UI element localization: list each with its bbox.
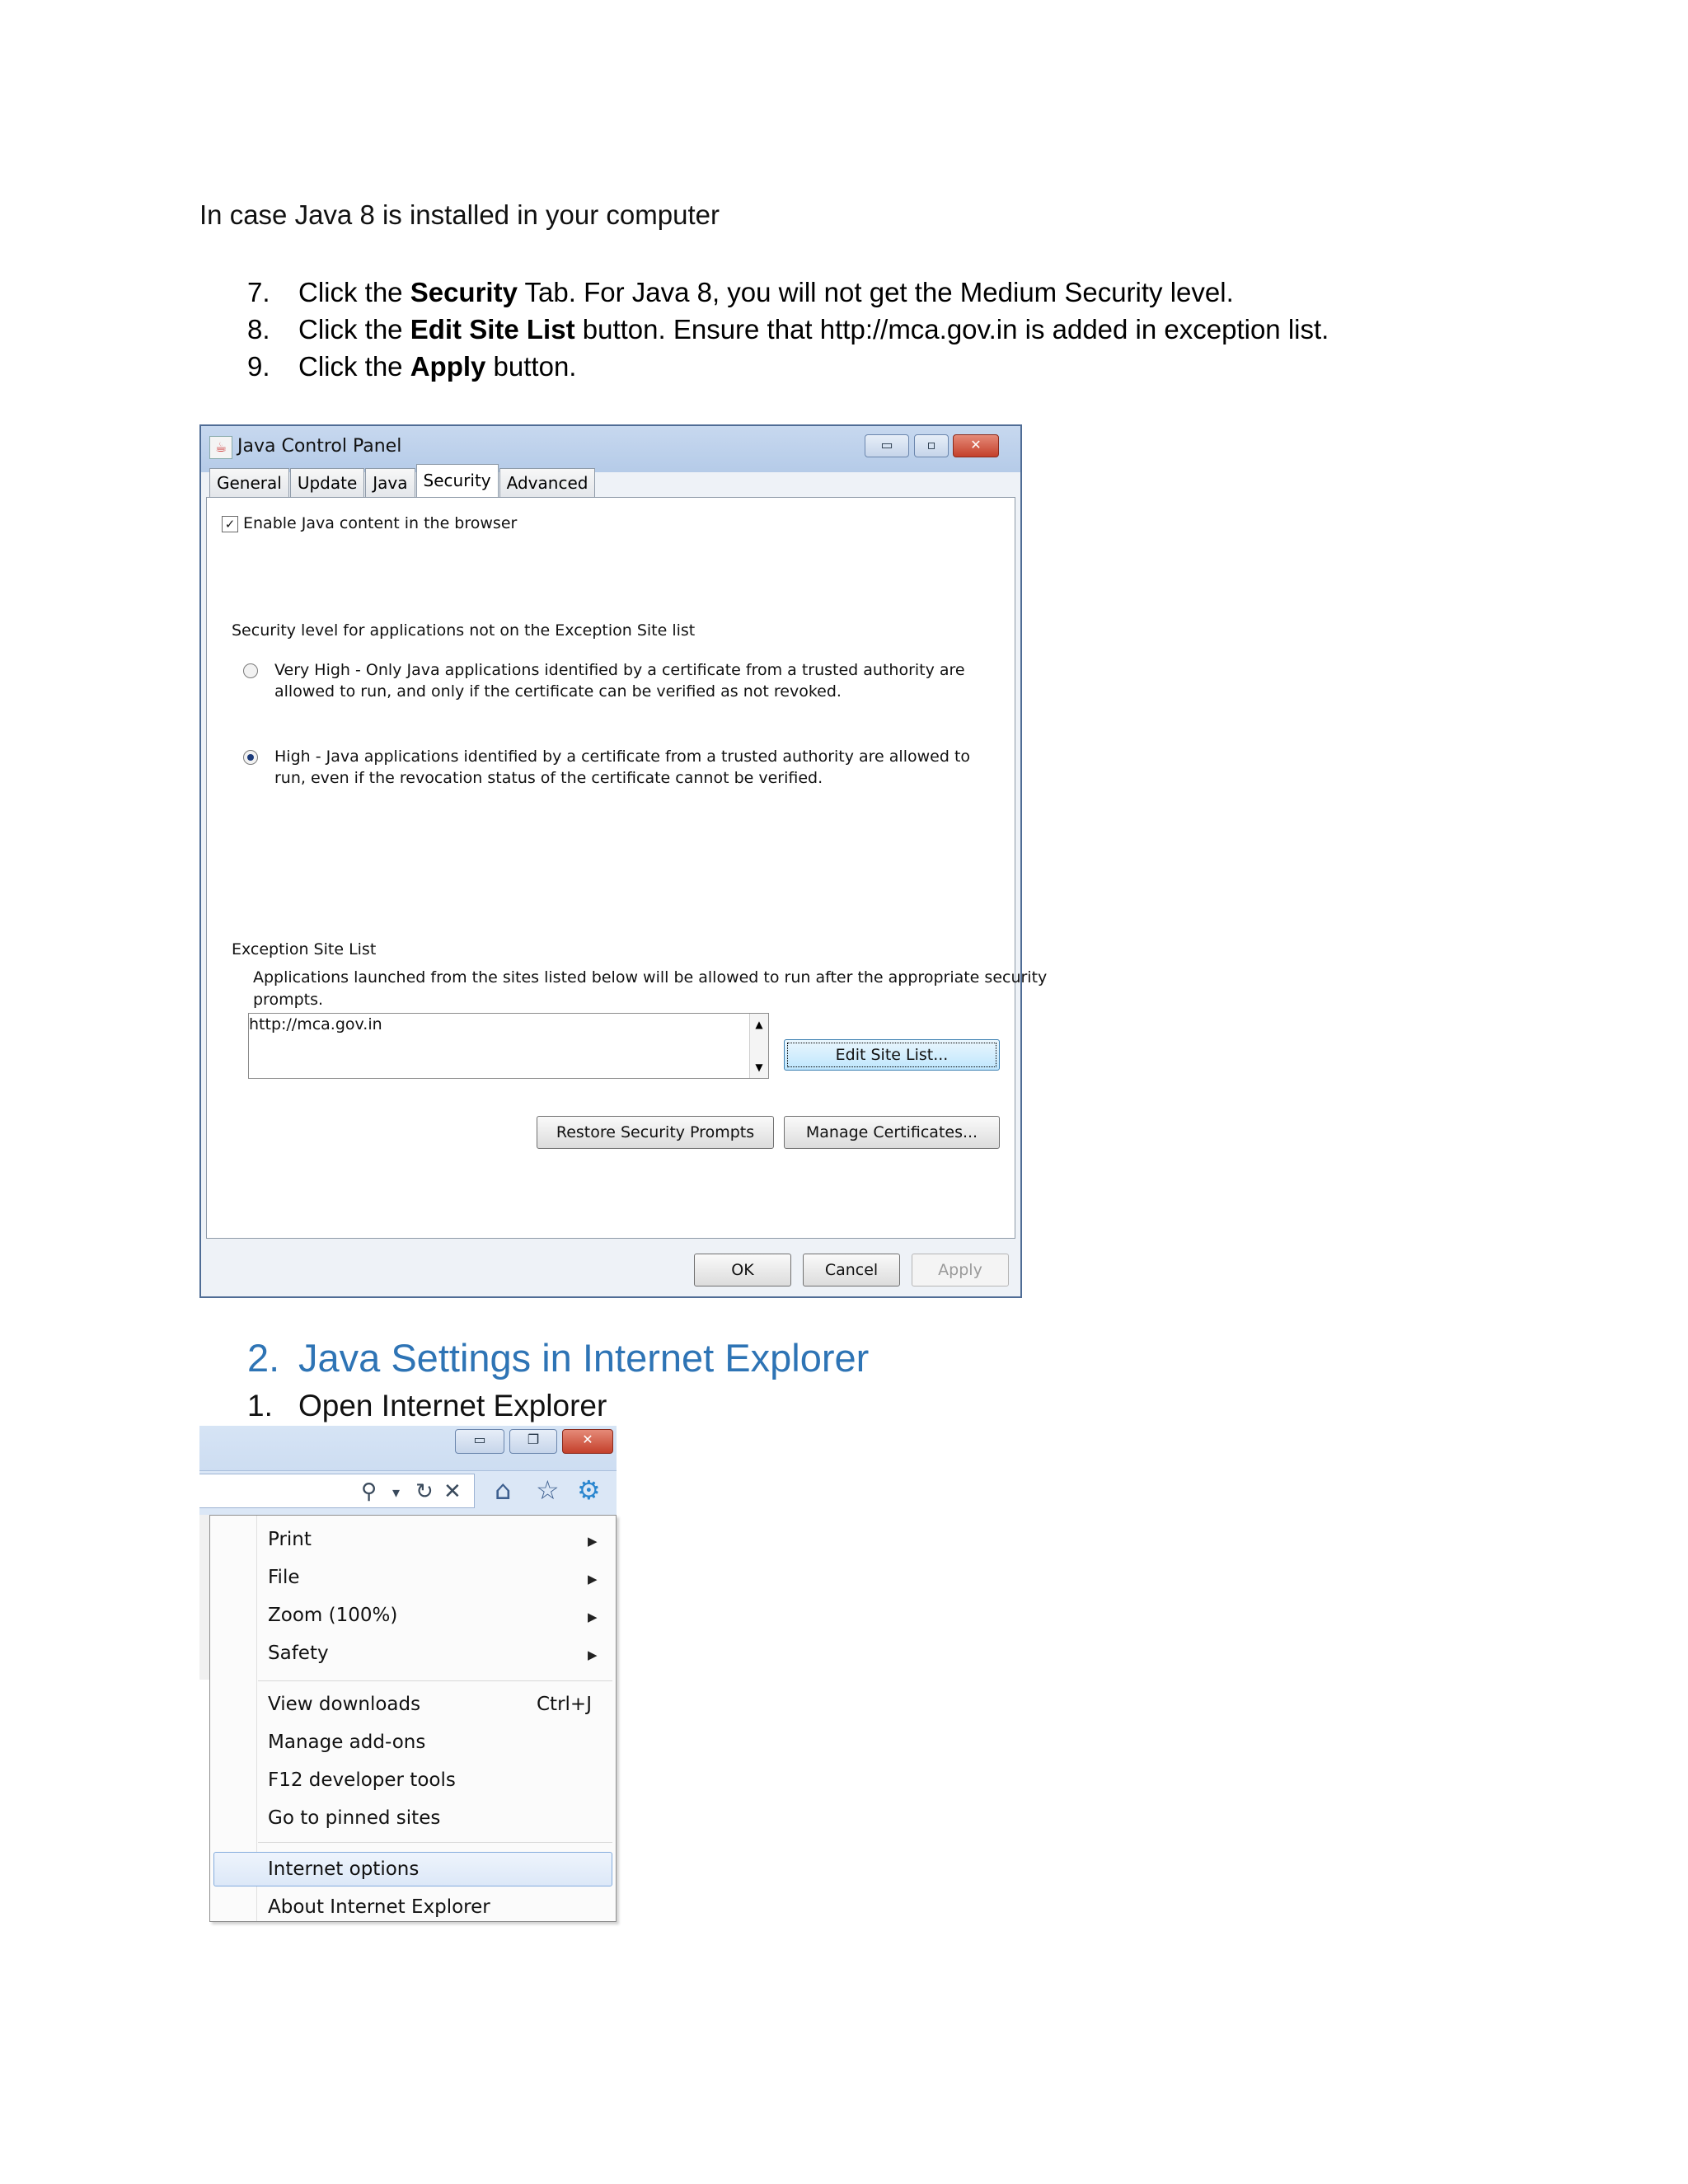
submenu-arrow-icon: ▶ (588, 1572, 598, 1586)
ok-button[interactable]: OK (694, 1254, 791, 1286)
very-high-text-line2: allowed to run, and only if the certific… (274, 682, 842, 701)
window-title: Java Control Panel (237, 436, 402, 457)
step-item: 9. Click the Apply button. (247, 348, 1329, 385)
menu-item-go-to-pinned-sites[interactable]: Go to pinned sites (268, 1807, 440, 1829)
exception-desc-line1: Applications launched from the sites lis… (253, 968, 1048, 987)
security-tab-panel: ✓ Enable Java content in the browser Secu… (206, 497, 1047, 1239)
menu-item-about-internet-explorer[interactable]: About Internet Explorer (268, 1896, 490, 1918)
security-level-label: Security level for applications not on t… (232, 621, 696, 640)
high-text-line1: High - Java applications identified by a… (274, 748, 971, 766)
step-item: 8. Click the Edit Site List button. Ensu… (247, 311, 1329, 348)
menu-item-internet-options[interactable]: Internet options (268, 1858, 419, 1880)
step-text: Click the Apply button. (298, 351, 577, 382)
dropdown-icon[interactable]: ▾ (392, 1484, 400, 1502)
listbox-scrollbar[interactable]: ▲ ▼ (749, 1014, 768, 1078)
restore-security-prompts-button[interactable]: Restore Security Prompts (537, 1116, 774, 1149)
menu-item-zoom[interactable]: Zoom (100%) (268, 1605, 397, 1626)
cancel-button[interactable]: Cancel (803, 1254, 900, 1286)
section-heading: 2. Java Settings in Internet Explorer (247, 1335, 869, 1380)
tab-general[interactable]: General (209, 468, 289, 497)
tab-advanced[interactable]: Advanced (499, 468, 596, 497)
apply-button[interactable]: Apply (912, 1254, 1009, 1286)
submenu-arrow-icon: ▶ (588, 1534, 598, 1549)
close-button[interactable]: ✕ (953, 434, 999, 457)
submenu-arrow-icon: ▶ (588, 1647, 598, 1662)
address-bar[interactable]: ⚲ ▾ ↻ ✕ (199, 1474, 475, 1508)
menu-item-f12-developer-tools[interactable]: F12 developer tools (268, 1769, 456, 1791)
submenu-arrow-icon: ▶ (588, 1610, 598, 1624)
enable-java-label: Enable Java content in the browser (243, 514, 518, 532)
java-control-panel-window: ☕ Java Control Panel ▭ ▫ ✕ General Updat… (199, 424, 1047, 1298)
enable-java-checkbox[interactable]: ✓ (222, 515, 238, 532)
step-item: 7. Click the Security Tab. For Java 8, y… (247, 274, 1329, 311)
home-icon[interactable]: ⌂ (495, 1475, 511, 1505)
maximize-button[interactable]: ▫ (914, 434, 949, 457)
sub-step-number: 1. (247, 1389, 273, 1422)
tab-bar: General Update Java Security Advanced (209, 464, 596, 498)
title-bar: ☕ Java Control Panel ▭ ▫ ✕ (201, 426, 1020, 469)
ie-close-button[interactable]: ✕ (562, 1429, 613, 1454)
very-high-radio[interactable] (243, 663, 258, 678)
exception-site-entry[interactable]: http://mca.gov.in (249, 1015, 382, 1033)
view-downloads-shortcut: Ctrl+J (537, 1694, 592, 1715)
ie-minimize-button[interactable]: ▭ (455, 1429, 504, 1454)
section-title: Java Settings in Internet Explorer (298, 1336, 870, 1380)
refresh-icon[interactable]: ↻ (415, 1479, 434, 1504)
intro-text: In case Java 8 is installed in your comp… (199, 199, 720, 230)
menu-separator (258, 1680, 612, 1681)
menu-item-view-downloads[interactable]: View downloads (268, 1694, 420, 1715)
ie-restore-button[interactable]: ❐ (509, 1429, 557, 1454)
menu-item-safety[interactable]: Safety (268, 1643, 329, 1664)
tab-security[interactable]: Security (415, 464, 499, 498)
stop-icon[interactable]: ✕ (443, 1479, 462, 1504)
section-number: 2. (247, 1336, 280, 1380)
sub-step: 1. Open Internet Explorer (247, 1389, 607, 1423)
menu-item-manage-add-ons[interactable]: Manage add-ons (268, 1732, 425, 1753)
high-radio[interactable] (243, 750, 258, 765)
minimize-button[interactable]: ▭ (865, 434, 909, 457)
manage-certificates-button[interactable]: Manage Certificates... (784, 1116, 1000, 1149)
scroll-down-icon[interactable]: ▼ (750, 1062, 768, 1073)
tab-update[interactable]: Update (289, 468, 365, 497)
tools-menu: Print ▶ File ▶ Zoom (100%) ▶ Safety ▶ Vi… (209, 1515, 617, 1922)
step-text: Click the Edit Site List button. Ensure … (298, 314, 1329, 344)
step-number: 8. (247, 314, 270, 344)
search-icon[interactable]: ⚲ (361, 1479, 377, 1504)
internet-explorer-screenshot: ▭ ❐ ✕ ⚲ ▾ ↻ ✕ ⌂ ☆ ⚙ Print ▶ File ▶ Zoom … (199, 1426, 617, 1922)
exception-site-listbox[interactable]: http://mca.gov.in ▲ ▼ (248, 1013, 769, 1079)
exception-site-list-title: Exception Site List (232, 940, 377, 958)
edit-site-list-button[interactable]: Edit Site List... (784, 1039, 1000, 1071)
menu-separator (258, 1842, 612, 1843)
high-text-line2: run, even if the revocation status of th… (274, 769, 823, 787)
java-icon: ☕ (209, 436, 232, 459)
scroll-up-icon[interactable]: ▲ (750, 1019, 768, 1030)
exception-desc-line2: prompts. (253, 991, 324, 1009)
step-number: 7. (247, 277, 270, 307)
enable-java-row[interactable]: ✓ Enable Java content in the browser (222, 514, 517, 532)
favorites-icon[interactable]: ☆ (536, 1475, 560, 1505)
menu-item-file[interactable]: File (268, 1567, 300, 1588)
tools-gear-icon[interactable]: ⚙ (577, 1475, 601, 1505)
sub-step-text: Open Internet Explorer (298, 1389, 607, 1422)
tab-java[interactable]: Java (365, 468, 415, 497)
very-high-text-line1: Very High - Only Java applications ident… (274, 661, 965, 679)
step-list: 7. Click the Security Tab. For Java 8, y… (247, 274, 1329, 385)
step-number: 9. (247, 351, 270, 382)
menu-item-print[interactable]: Print (268, 1529, 312, 1550)
step-text: Click the Security Tab. For Java 8, you … (298, 277, 1234, 307)
